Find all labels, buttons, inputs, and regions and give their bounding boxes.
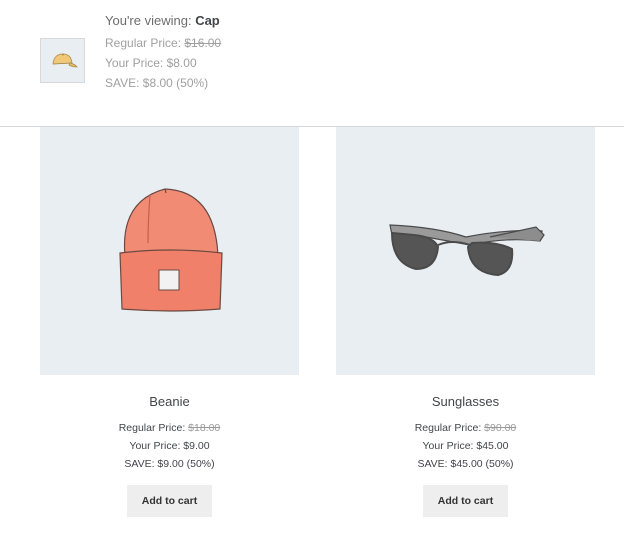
viewing-title: You're viewing: Cap bbox=[105, 12, 221, 30]
regular-price-label: Regular Price: bbox=[105, 36, 182, 50]
viewing-thumbnail[interactable] bbox=[40, 38, 85, 83]
your-price: Your Price: $9.00 bbox=[129, 440, 210, 452]
your-price: Your Price: $45.00 bbox=[422, 440, 509, 452]
product-image[interactable] bbox=[336, 126, 595, 375]
regular-price-value: $16.00 bbox=[184, 36, 222, 50]
beanie-icon bbox=[118, 187, 223, 312]
regular-price-label: Regular Price: bbox=[118, 422, 186, 434]
viewing-label: You're viewing: bbox=[105, 13, 192, 28]
regular-price-value: $18.00 bbox=[188, 422, 221, 434]
product-name[interactable]: Beanie bbox=[40, 394, 299, 410]
add-to-cart-button[interactable]: Add to cart bbox=[423, 485, 508, 517]
save-amount: SAVE: $45.00 (50%) bbox=[417, 458, 514, 470]
regular-price: Regular Price: $18.00 bbox=[40, 419, 299, 437]
product-card-sunglasses: Sunglasses Regular Price: $90.00 Your Pr… bbox=[336, 126, 595, 517]
product-card-beanie: Beanie Regular Price: $18.00 Your Price:… bbox=[40, 126, 299, 517]
price-block: Regular Price: $18.00 Your Price: $9.00 … bbox=[40, 419, 299, 473]
viewing-product-name[interactable]: Cap bbox=[195, 13, 220, 28]
cap-icon bbox=[52, 53, 78, 67]
viewing-info: You're viewing: Cap Regular Price: $16.0… bbox=[105, 12, 221, 93]
viewing-your-price: Your Price: $8.00 bbox=[105, 56, 197, 70]
viewing-save: SAVE: $8.00 (50%) bbox=[105, 76, 209, 90]
product-name[interactable]: Sunglasses bbox=[336, 394, 595, 410]
add-to-cart-button[interactable]: Add to cart bbox=[127, 485, 212, 517]
viewing-bar: You're viewing: Cap Regular Price: $16.0… bbox=[0, 0, 624, 127]
regular-price-value: $90.00 bbox=[484, 422, 517, 434]
product-image[interactable] bbox=[40, 126, 299, 375]
price-block: Regular Price: $90.00 Your Price: $45.00… bbox=[336, 419, 595, 473]
regular-price: Regular Price: $90.00 bbox=[336, 419, 595, 437]
save-amount: SAVE: $9.00 (50%) bbox=[124, 458, 215, 470]
sunglasses-icon bbox=[388, 223, 545, 276]
viewing-regular-price: Regular Price: $16.00 bbox=[105, 33, 221, 53]
regular-price-label: Regular Price: bbox=[414, 422, 482, 434]
